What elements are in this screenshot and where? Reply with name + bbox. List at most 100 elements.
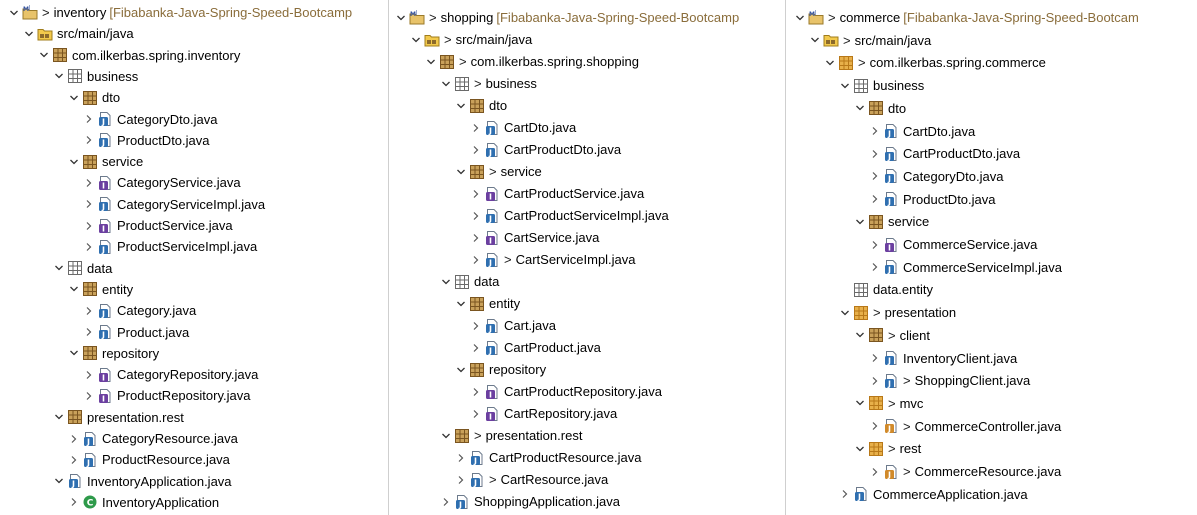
expand-chevron-icon[interactable] (869, 234, 881, 255)
tree-item-data-entity[interactable]: data.entity (839, 279, 933, 300)
expand-chevron-icon[interactable] (83, 172, 95, 193)
tree-item-inventoryclient-java[interactable]: J InventoryClient.java (869, 348, 1017, 369)
tree-item-client[interactable]: > client (854, 325, 930, 346)
collapse-chevron-icon[interactable] (38, 45, 50, 66)
tree-item-rest[interactable]: > rest (854, 438, 921, 459)
tree-item-entity[interactable]: entity (455, 293, 520, 314)
tree-item-presentation-rest[interactable]: presentation.rest (53, 407, 184, 428)
collapse-chevron-icon[interactable] (53, 407, 65, 428)
collapse-chevron-icon[interactable] (839, 75, 851, 96)
tree-item-commerceservice-java[interactable]: I CommerceService.java (869, 234, 1037, 255)
expand-chevron-icon[interactable] (470, 183, 482, 204)
collapse-chevron-icon[interactable] (455, 95, 467, 116)
expand-chevron-icon[interactable] (83, 215, 95, 236)
collapse-chevron-icon[interactable] (839, 302, 851, 323)
tree-item-categoryresource-java[interactable]: J CategoryResource.java (68, 428, 238, 449)
collapse-chevron-icon[interactable] (53, 258, 65, 279)
expand-chevron-icon[interactable] (839, 484, 851, 505)
expand-chevron-icon[interactable] (83, 109, 95, 130)
collapse-chevron-icon[interactable] (854, 325, 866, 346)
tree-item-cartdto-java[interactable]: J CartDto.java (470, 117, 576, 138)
expand-chevron-icon[interactable] (869, 143, 881, 164)
expand-chevron-icon[interactable] (869, 416, 881, 437)
expand-chevron-icon[interactable] (869, 189, 881, 210)
collapse-chevron-icon[interactable] (440, 73, 452, 94)
collapse-chevron-icon[interactable] (455, 293, 467, 314)
collapse-chevron-icon[interactable] (23, 23, 35, 44)
tree-item-repository[interactable]: repository (68, 343, 159, 364)
tree-item-cartserviceimpl-java[interactable]: J > CartServiceImpl.java (470, 249, 636, 270)
expand-chevron-icon[interactable] (440, 491, 452, 512)
tree-item-service[interactable]: > service (455, 161, 542, 182)
tree-item-productservice-java[interactable]: I ProductService.java (83, 215, 233, 236)
tree-item-cartproductresource-java[interactable]: J CartProductResource.java (455, 447, 641, 468)
tree-item-inventoryapplication[interactable]: C InventoryApplication (68, 492, 219, 513)
tree-item-categorydto-java[interactable]: J CategoryDto.java (83, 109, 217, 130)
collapse-chevron-icon[interactable] (68, 343, 80, 364)
tree-item-cartproductdto-java[interactable]: J CartProductDto.java (869, 143, 1020, 164)
tree-item-dto[interactable]: dto (455, 95, 507, 116)
collapse-chevron-icon[interactable] (440, 271, 452, 292)
tree-item-dto[interactable]: dto (854, 98, 906, 119)
tree-item-categoryservice-java[interactable]: I CategoryService.java (83, 172, 241, 193)
collapse-chevron-icon[interactable] (854, 438, 866, 459)
expand-chevron-icon[interactable] (869, 257, 881, 278)
expand-chevron-icon[interactable] (455, 447, 467, 468)
expand-chevron-icon[interactable] (83, 130, 95, 151)
expand-chevron-icon[interactable] (470, 249, 482, 270)
expand-chevron-icon[interactable] (83, 300, 95, 321)
expand-chevron-icon[interactable] (83, 322, 95, 343)
expand-chevron-icon[interactable] (470, 117, 482, 138)
tree-item-cartproduct-java[interactable]: J CartProduct.java (470, 337, 601, 358)
collapse-chevron-icon[interactable] (854, 211, 866, 232)
tree-item-com-ilkerbas-spring-shopping[interactable]: > com.ilkerbas.spring.shopping (425, 51, 639, 72)
collapse-chevron-icon[interactable] (794, 7, 806, 28)
tree-item-categorydto-java[interactable]: J CategoryDto.java (869, 166, 1003, 187)
tree-item-business[interactable]: > business (440, 73, 537, 94)
tree-item-entity[interactable]: entity (68, 279, 133, 300)
collapse-chevron-icon[interactable] (53, 471, 65, 492)
tree-item-service[interactable]: service (68, 151, 143, 172)
tree-item-productrepository-java[interactable]: I ProductRepository.java (83, 385, 250, 406)
expand-chevron-icon[interactable] (869, 461, 881, 482)
tree-item-shoppingapplication-java[interactable]: J ShoppingApplication.java (440, 491, 620, 512)
tree-item-cartproductrepository-java[interactable]: I CartProductRepository.java (470, 381, 662, 402)
collapse-chevron-icon[interactable] (854, 98, 866, 119)
tree-item-cart-java[interactable]: J Cart.java (470, 315, 556, 336)
tree-item-dto[interactable]: dto (68, 87, 120, 108)
tree-item-categoryrepository-java[interactable]: I CategoryRepository.java (83, 364, 258, 385)
collapse-chevron-icon[interactable] (8, 2, 20, 23)
expand-chevron-icon[interactable] (470, 381, 482, 402)
collapse-chevron-icon[interactable] (68, 151, 80, 172)
collapse-chevron-icon[interactable] (395, 7, 407, 28)
tree-item-cartproductdto-java[interactable]: J CartProductDto.java (470, 139, 621, 160)
tree-item-cartproductserviceimpl-java[interactable]: J CartProductServiceImpl.java (470, 205, 669, 226)
tree-item-com-ilkerbas-spring-commerce[interactable]: > com.ilkerbas.spring.commerce (824, 52, 1046, 73)
tree-item-mvc[interactable]: > mvc (854, 393, 923, 414)
expand-chevron-icon[interactable] (869, 348, 881, 369)
tree-item-category-java[interactable]: J Category.java (83, 300, 196, 321)
tree-item-cartservice-java[interactable]: I CartService.java (470, 227, 599, 248)
collapse-chevron-icon[interactable] (68, 87, 80, 108)
expand-chevron-icon[interactable] (869, 121, 881, 142)
collapse-chevron-icon[interactable] (425, 51, 437, 72)
tree-item-repository[interactable]: repository (455, 359, 546, 380)
tree-item-src-main-java[interactable]: src/main/java (23, 23, 134, 44)
collapse-chevron-icon[interactable] (410, 29, 422, 50)
tree-item-shoppingclient-java[interactable]: J > ShoppingClient.java (869, 370, 1030, 391)
expand-chevron-icon[interactable] (470, 139, 482, 160)
collapse-chevron-icon[interactable] (68, 279, 80, 300)
expand-chevron-icon[interactable] (68, 449, 80, 470)
tree-item-productserviceimpl-java[interactable]: J ProductServiceImpl.java (83, 236, 257, 257)
expand-chevron-icon[interactable] (68, 492, 80, 513)
expand-chevron-icon[interactable] (470, 337, 482, 358)
tree-item-commerceserviceimpl-java[interactable]: J CommerceServiceImpl.java (869, 257, 1062, 278)
tree-item-shopping[interactable]: M J > shopping [Fibabanka-Java-Spring-Spee… (395, 7, 739, 28)
expand-chevron-icon[interactable] (83, 194, 95, 215)
tree-item-presentation[interactable]: > presentation (839, 302, 956, 323)
tree-item-cartdto-java[interactable]: J CartDto.java (869, 121, 975, 142)
tree-item-inventoryapplication-java[interactable]: J InventoryApplication.java (53, 471, 232, 492)
expand-chevron-icon[interactable] (869, 166, 881, 187)
tree-item-src-main-java[interactable]: > src/main/java (809, 30, 931, 51)
expand-chevron-icon[interactable] (68, 428, 80, 449)
